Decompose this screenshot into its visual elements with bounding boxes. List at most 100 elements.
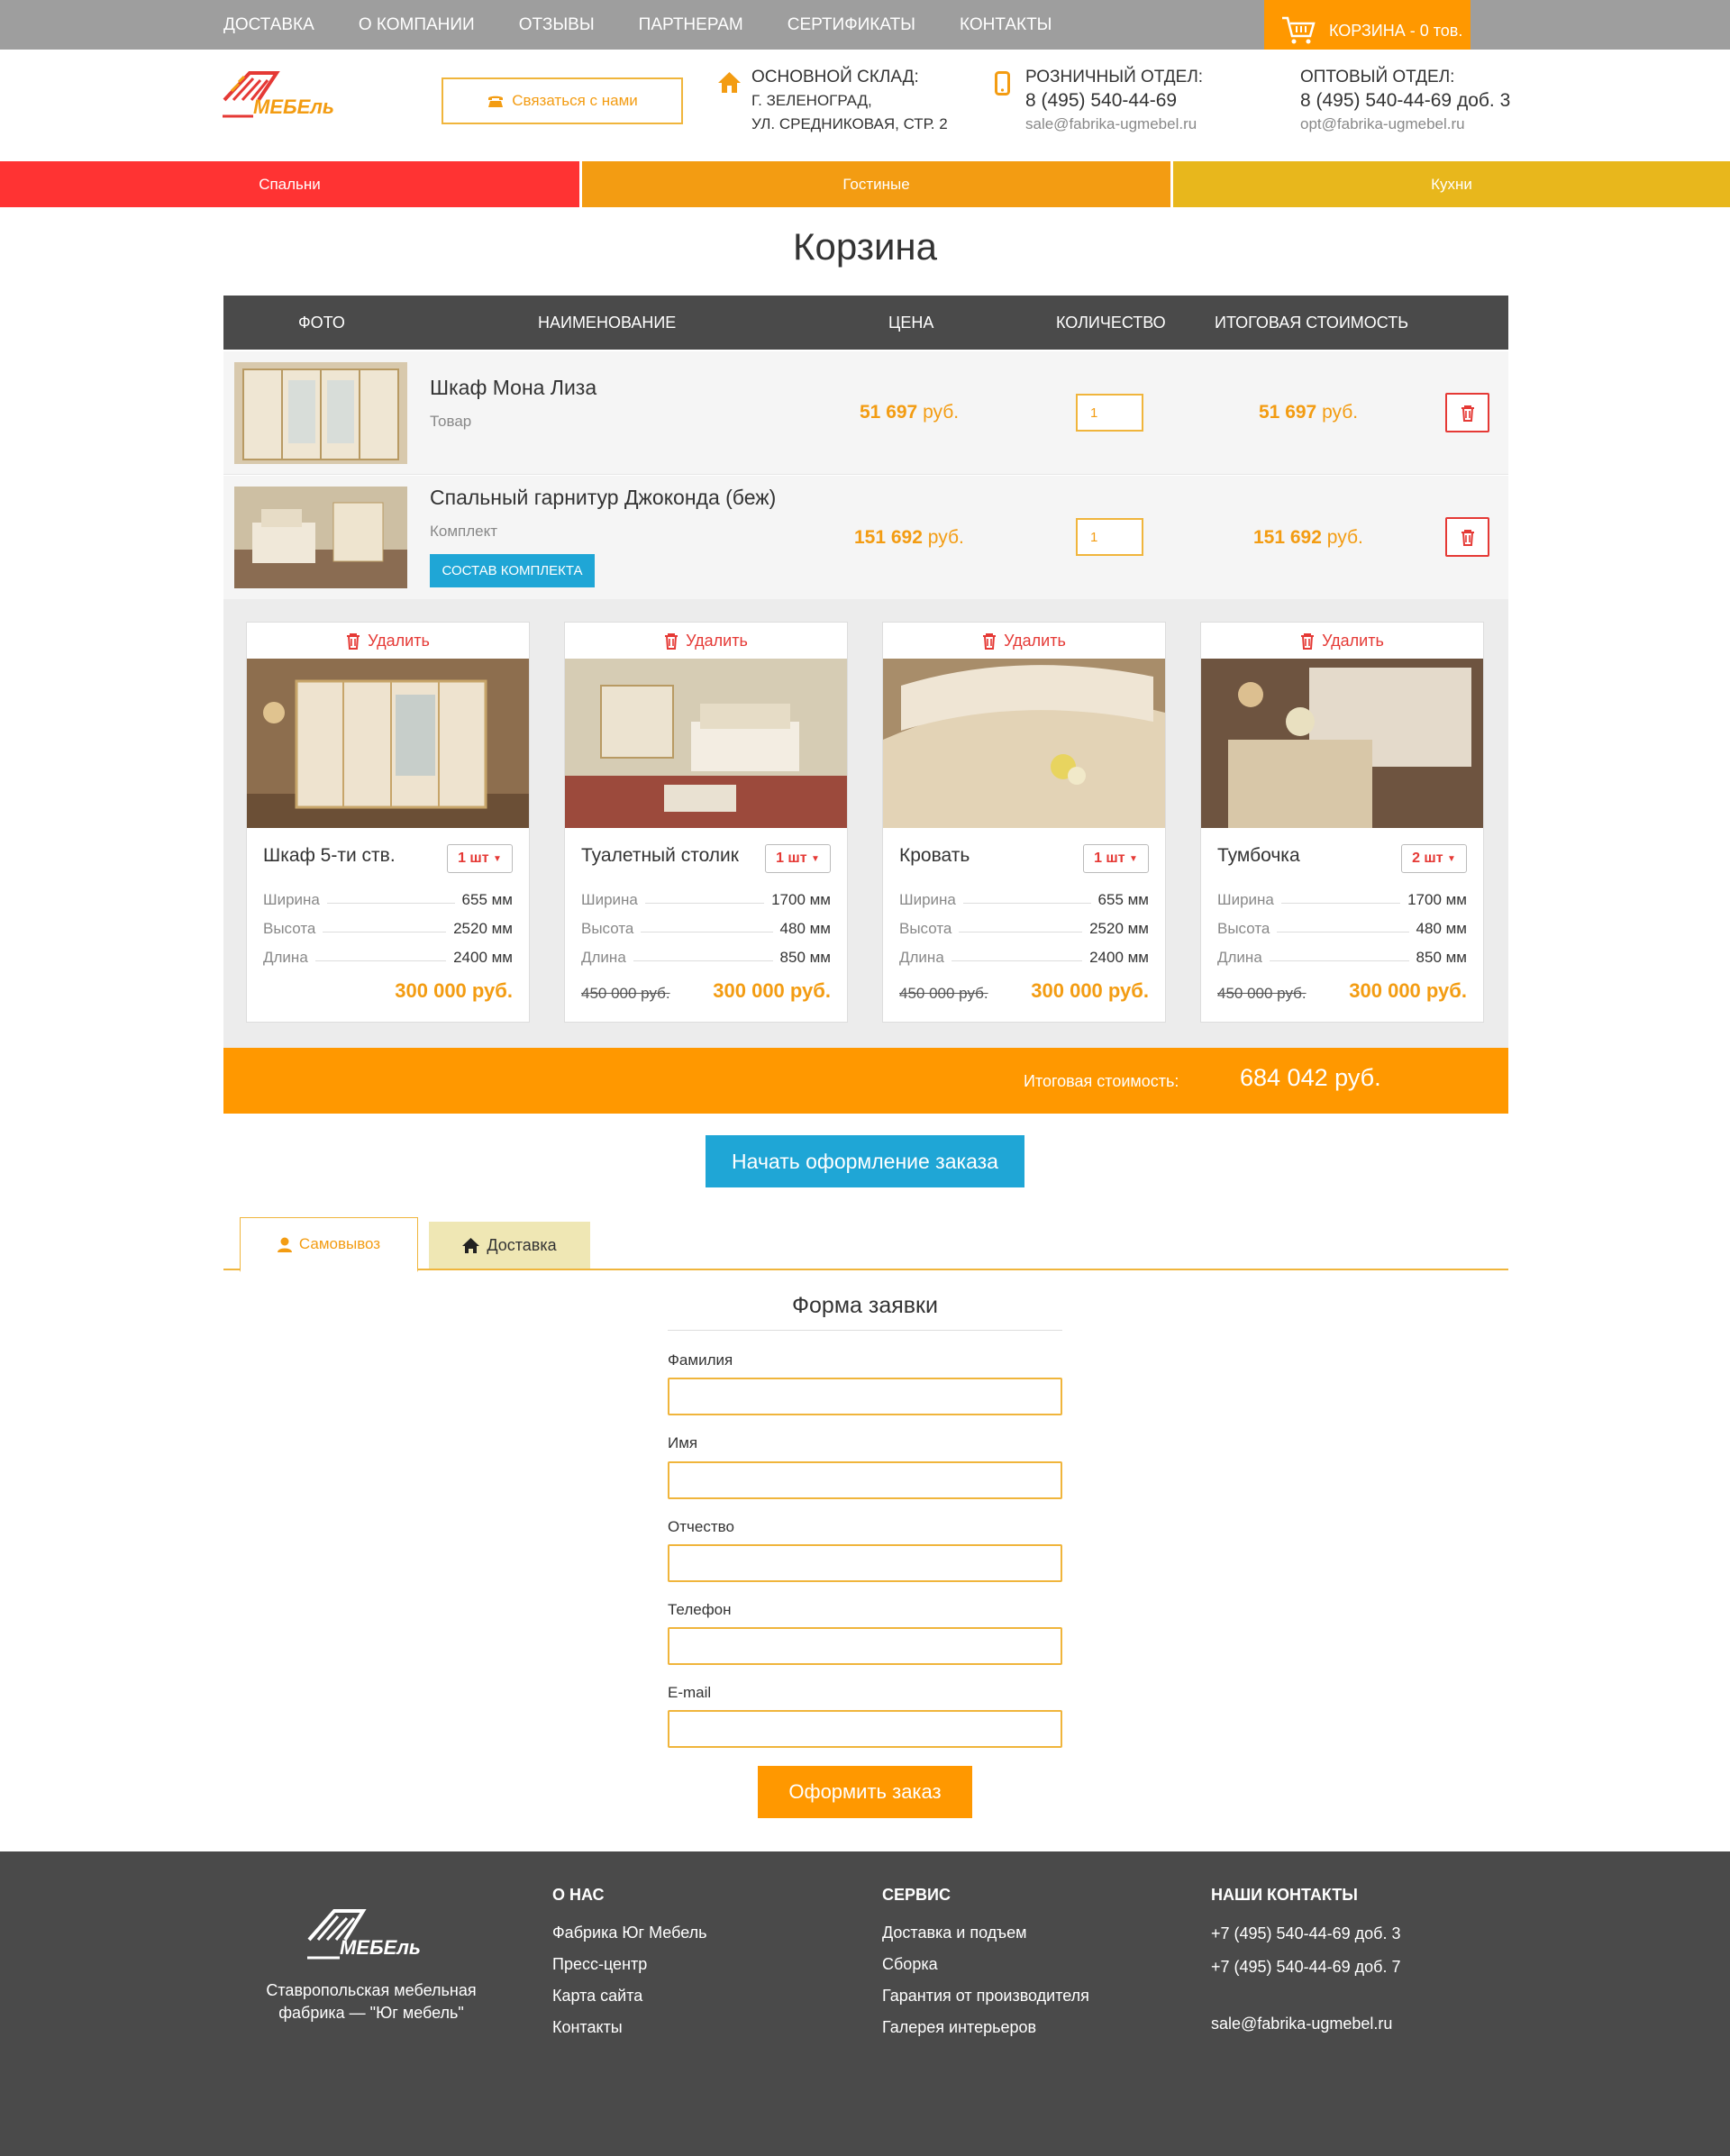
delete-button[interactable] xyxy=(1445,517,1489,557)
nav-reviews[interactable]: ОТЗЫВЫ xyxy=(519,15,595,35)
spec-value: 480 мм xyxy=(1416,920,1467,937)
kit-item-qty-select[interactable]: 2 шт ▼ xyxy=(1401,844,1467,873)
total-label: Итоговая стоимость: xyxy=(1024,1072,1179,1090)
email-input[interactable] xyxy=(668,1710,1062,1748)
nav-delivery[interactable]: ДОСТАВКА xyxy=(223,15,314,35)
tab-delivery[interactable]: Доставка xyxy=(429,1222,590,1269)
footer-link-sitemap[interactable]: Карта сайта xyxy=(552,1980,707,2012)
kit-item-image[interactable] xyxy=(247,659,529,828)
kit-item-price: 300 000 руб. xyxy=(713,979,831,1002)
quantity-input[interactable]: 1 xyxy=(1076,394,1143,432)
kit-item-price: 300 000 руб. xyxy=(1349,979,1467,1002)
kit-item-card: Удалить Шкаф 5-ти ств. 1 шт ▼ Ширина 655 … xyxy=(246,622,530,1023)
cart-icon xyxy=(1282,16,1316,44)
surname-input[interactable] xyxy=(668,1378,1062,1415)
footer-link-contacts[interactable]: Контакты xyxy=(552,2012,707,2043)
kit-item-qty-select[interactable]: 1 шт ▼ xyxy=(765,844,831,873)
footer-contacts-title: НАШИ КОНТАКТЫ xyxy=(1211,1886,1358,1904)
retail-info: РОЗНИЧНЫЙ ОТДЕЛ: 8 (495) 540-44-69 sale@… xyxy=(1025,66,1203,136)
wholesale-email[interactable]: opt@fabrika-ugmebel.ru xyxy=(1300,113,1510,136)
footer-link-factory[interactable]: Фабрика Юг Мебель xyxy=(552,1917,707,1949)
cart-row: Спальный гарнитур Джоконда (беж) Комплек… xyxy=(223,476,1508,599)
kit-item-qty-select[interactable]: 1 шт ▼ xyxy=(447,844,513,873)
spec-label: Длина xyxy=(263,949,308,966)
nav-contacts[interactable]: КОНТАКТЫ xyxy=(960,15,1052,35)
place-order-button[interactable]: Оформить заказ xyxy=(758,1766,972,1818)
product-type: Комплект xyxy=(430,523,498,540)
nav-partners[interactable]: ПАРТНЕРАМ xyxy=(639,15,743,35)
kit-item-old-price: 450 000 руб. xyxy=(899,985,988,1002)
kit-item-card: Удалить Туалетный столик 1 шт ▼ Ширина 17… xyxy=(564,622,848,1023)
category-living-rooms[interactable]: Гостиные xyxy=(582,161,1170,207)
tab-pickup[interactable]: Самовывоз xyxy=(240,1217,418,1272)
nav-about[interactable]: О КОМПАНИИ xyxy=(359,15,475,35)
category-bedrooms[interactable]: Спальни xyxy=(0,161,579,207)
kit-item-image[interactable] xyxy=(1201,659,1483,828)
col-quantity: КОЛИЧЕСТВО xyxy=(1056,314,1166,332)
home-icon xyxy=(718,72,741,93)
trash-icon xyxy=(983,632,997,650)
cart-row: Шкаф Мона Лиза Товар 51 697 руб. 1 51 69… xyxy=(223,351,1508,475)
total-value: 151 692 xyxy=(1253,527,1322,548)
spec-label: Длина xyxy=(899,949,944,966)
page-title: Корзина xyxy=(793,225,937,268)
product-thumbnail[interactable] xyxy=(234,362,407,464)
category-kitchens[interactable]: Кухни xyxy=(1173,161,1730,207)
retail-email[interactable]: sale@fabrika-ugmebel.ru xyxy=(1025,113,1203,136)
footer-link-delivery[interactable]: Доставка и подъем xyxy=(882,1917,1089,1949)
footer-link-gallery[interactable]: Галерея интерьеров xyxy=(882,2012,1089,2043)
kit-item-image[interactable] xyxy=(883,659,1165,828)
product-name[interactable]: Спальный гарнитур Джоконда (беж) xyxy=(430,486,776,510)
spec-value: 850 мм xyxy=(1416,949,1467,966)
kit-item-delete[interactable]: Удалить xyxy=(247,623,529,659)
kit-item-delete[interactable]: Удалить xyxy=(883,623,1165,659)
footer-email[interactable]: sale@fabrika-ugmebel.ru xyxy=(1211,2007,1400,2041)
logo[interactable]: МЕБЕль xyxy=(223,64,353,124)
kit-item-delete[interactable]: Удалить xyxy=(1201,623,1483,659)
cart-table-header: ФОТО НАИМЕНОВАНИЕ ЦЕНА КОЛИЧЕСТВО ИТОГОВ… xyxy=(223,296,1508,350)
kit-contents-panel: Удалить Шкаф 5-ти ств. 1 шт ▼ Ширина 655 … xyxy=(223,599,1508,1048)
label-surname: Фамилия xyxy=(668,1351,733,1369)
kit-item-delete[interactable]: Удалить xyxy=(565,623,847,659)
contact-us-button[interactable]: Связаться с нами xyxy=(442,77,683,124)
header: МЕБЕль Связаться с нами ОСНОВНОЙ СКЛАД: … xyxy=(0,50,1730,161)
product-name[interactable]: Шкаф Мона Лиза xyxy=(430,376,596,400)
product-thumbnail[interactable] xyxy=(234,487,407,588)
spec-length: Длина 850 мм xyxy=(1217,945,1467,967)
kit-item-image[interactable] xyxy=(565,659,847,828)
price-value: 51 697 xyxy=(860,402,918,423)
spec-width: Ширина 655 мм xyxy=(263,887,513,909)
top-nav: ДОСТАВКА О КОМПАНИИ ОТЗЫВЫ ПАРТНЕРАМ СЕР… xyxy=(223,0,1097,50)
spec-height: Высота 2520 мм xyxy=(899,916,1149,938)
footer-phone-2[interactable]: +7 (495) 540-44-69 доб. 7 xyxy=(1211,1951,1400,1984)
footer-phone-1[interactable]: +7 (495) 540-44-69 доб. 3 xyxy=(1211,1917,1400,1951)
wholesale-info: ОПТОВЫЙ ОТДЕЛ: 8 (495) 540-44-69 доб. 3 … xyxy=(1300,66,1510,136)
start-checkout-button[interactable]: Начать оформление заказа xyxy=(706,1135,1024,1187)
kit-contents-button[interactable]: СОСТАВ КОМПЛЕКТА xyxy=(430,554,595,587)
delete-button[interactable] xyxy=(1445,393,1489,432)
footer-logo[interactable]: МЕБЕль xyxy=(307,1898,438,1966)
spec-label: Высота xyxy=(1217,920,1270,937)
nav-certificates[interactable]: СЕРТИФИКАТЫ xyxy=(788,15,915,35)
footer-link-press[interactable]: Пресс-центр xyxy=(552,1949,707,1980)
trash-icon xyxy=(347,632,360,650)
quantity-input[interactable]: 1 xyxy=(1076,518,1143,556)
phone-input[interactable] xyxy=(668,1627,1062,1665)
spec-width: Ширина 1700 мм xyxy=(581,887,831,909)
footer-link-assembly[interactable]: Сборка xyxy=(882,1949,1089,1980)
spec-label: Ширина xyxy=(263,891,320,908)
col-name: НАИМЕНОВАНИЕ xyxy=(538,314,677,332)
footer-service-title: СЕРВИС xyxy=(882,1886,951,1904)
wholesale-phone[interactable]: 8 (495) 540-44-69 доб. 3 xyxy=(1300,89,1510,113)
footer-link-warranty[interactable]: Гарантия от производителя xyxy=(882,1980,1089,2012)
patronymic-input[interactable] xyxy=(668,1544,1062,1582)
kit-item-qty-select[interactable]: 1 шт ▼ xyxy=(1083,844,1149,873)
delete-label: Удалить xyxy=(368,631,430,650)
footer-contacts: НАШИ КОНТАКТЫ +7 (495) 540-44-69 доб. 3 … xyxy=(1211,1886,1400,2041)
footer-about: О НАС Фабрика Юг Мебель Пресс-центр Карт… xyxy=(552,1886,707,2043)
spec-value: 2520 мм xyxy=(1089,920,1149,937)
product-price: 151 692 руб. xyxy=(854,527,964,549)
top-bar: ДОСТАВКА О КОМПАНИИ ОТЗЫВЫ ПАРТНЕРАМ СЕР… xyxy=(0,0,1730,50)
name-input[interactable] xyxy=(668,1461,1062,1499)
retail-phone[interactable]: 8 (495) 540-44-69 xyxy=(1025,89,1203,113)
